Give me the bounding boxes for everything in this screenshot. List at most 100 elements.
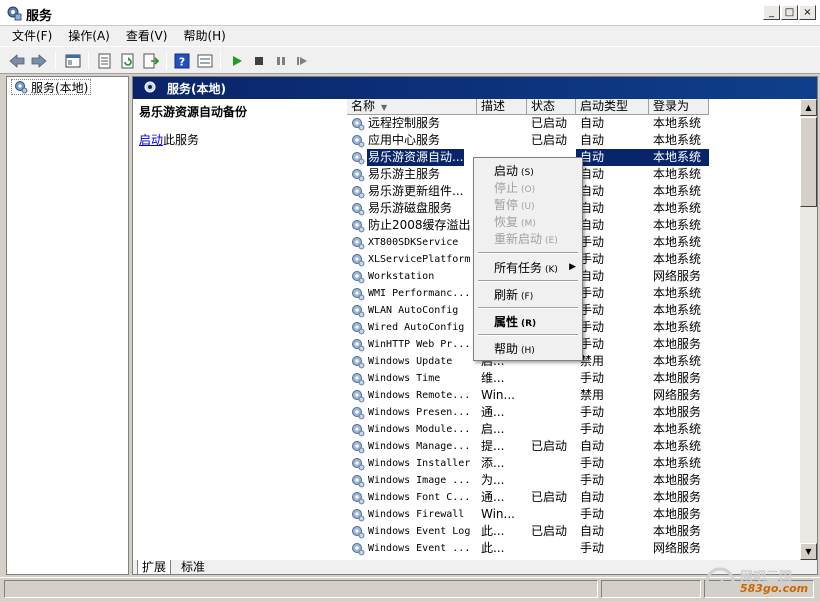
table-row[interactable]: Windows Image ... 为... 手动 本地服务 <box>347 472 802 489</box>
service-startup-type: 手动 <box>580 456 605 470</box>
service-status <box>527 370 576 387</box>
console-tree: 服务(本地) <box>6 76 129 575</box>
column-header-description[interactable]: 描述 <box>477 99 527 115</box>
menu-action[interactable]: 操作(A) <box>62 27 116 45</box>
context-menu-restart[interactable]: 重新启动 (E) <box>494 231 558 247</box>
menu-file[interactable]: 文件(F) <box>6 27 58 45</box>
service-name-cell: WMI Performanc... <box>347 285 477 302</box>
service-name-cell: Windows Event ... <box>347 540 477 557</box>
service-log-on-as: 本地系统 <box>653 252 702 266</box>
svg-text:3: 3 <box>716 576 724 590</box>
refresh-icon[interactable] <box>119 52 137 70</box>
pause-service-icon[interactable] <box>272 52 290 70</box>
context-menu-refresh[interactable]: 刷新 (F) <box>494 287 533 303</box>
tree-item-services-local[interactable]: 服务(本地) <box>11 79 92 95</box>
table-row[interactable]: Windows Presen... 通... 手动 本地服务 <box>347 404 802 421</box>
service-name: 防止2008缓存溢出 <box>368 218 471 232</box>
service-name-cell: Windows Module... <box>347 421 477 438</box>
table-row[interactable]: 远程控制服务 已启动 自动 本地系统 <box>347 115 802 132</box>
show-console-tree-icon[interactable] <box>64 52 82 70</box>
table-row[interactable]: Windows Font C... 通... 已启动 自动 本地服务 <box>347 489 802 506</box>
service-name-cell: Windows Update <box>347 353 477 370</box>
service-startup-type: 手动 <box>580 422 605 436</box>
properties-icon[interactable] <box>96 52 114 70</box>
service-startup-type: 禁用 <box>580 388 605 402</box>
service-name-cell: XLServicePlatform <box>347 251 477 268</box>
table-row[interactable]: Windows Remote... Win... 禁用 网络服务 <box>347 387 802 404</box>
service-name-cell: 易乐游资源自动... <box>347 149 477 166</box>
minimize-button[interactable]: _ <box>763 5 780 20</box>
service-description: 维... <box>481 371 505 385</box>
service-log-on-as: 本地系统 <box>653 184 702 198</box>
service-startup-type: 自动 <box>580 524 605 538</box>
service-status: 已启动 <box>531 524 568 538</box>
table-row[interactable]: Windows Manage... 提... 已启动 自动 本地系统 <box>347 438 802 455</box>
service-name: Windows Image ... <box>368 475 471 486</box>
context-menu-all-tasks[interactable]: 所有任务 (K) <box>494 260 580 276</box>
forward-icon[interactable] <box>30 52 48 70</box>
service-gear-icon <box>352 304 365 317</box>
service-name-cell: XT800SDKService <box>347 234 477 251</box>
context-menu-pause[interactable]: 暂停 (U) <box>494 197 535 213</box>
column-header-status[interactable]: 状态 <box>527 99 576 115</box>
table-row[interactable]: Windows Installer 添... 手动 本地系统 <box>347 455 802 472</box>
view-icon[interactable] <box>196 52 214 70</box>
svg-text:?: ? <box>179 56 185 69</box>
service-name: 易乐游磁盘服务 <box>368 201 453 215</box>
column-header-startup-type[interactable]: 启动类型 <box>576 99 649 115</box>
scroll-down-button[interactable]: ▼ <box>800 543 817 560</box>
table-row[interactable]: Windows Module... 启... 手动 本地系统 <box>347 421 802 438</box>
context-menu-resume[interactable]: 恢复 (M) <box>494 214 536 230</box>
context-menu-start[interactable]: 启动 (S) <box>494 163 534 179</box>
service-name-cell: WLAN AutoConfig <box>347 302 477 319</box>
menu-help[interactable]: 帮助(H) <box>177 27 231 45</box>
service-log-on-as: 本地系统 <box>653 133 702 147</box>
service-log-on-as: 本地系统 <box>653 218 702 232</box>
service-name: Windows Update <box>368 356 453 367</box>
service-log-on-as: 本地服务 <box>653 490 702 504</box>
tab-standard[interactable]: 标准 <box>177 560 209 574</box>
window-title: 服务 <box>26 9 53 24</box>
selected-service-title: 易乐游资源自动备份 <box>139 105 248 119</box>
service-description: 添... <box>481 456 505 470</box>
service-log-on-as: 本地系统 <box>653 354 702 368</box>
service-name-cell: 防止2008缓存溢出 <box>347 217 477 234</box>
column-header-log-on-as[interactable]: 登录为 <box>649 99 709 115</box>
service-status: 已启动 <box>531 133 568 147</box>
service-startup-type: 手动 <box>580 507 605 521</box>
close-button[interactable]: × <box>799 5 816 20</box>
start-service-icon[interactable] <box>228 52 246 70</box>
table-row[interactable]: Windows Firewall Win... 手动 本地服务 <box>347 506 802 523</box>
tab-extended[interactable]: 扩展 <box>137 560 172 574</box>
service-gear-icon <box>352 287 365 300</box>
service-gear-icon <box>352 355 365 368</box>
start-service-link[interactable]: 启动 <box>139 133 163 147</box>
table-row[interactable]: 应用中心服务 已启动 自动 本地系统 <box>347 132 802 149</box>
service-startup-type: 手动 <box>580 371 605 385</box>
help-icon[interactable]: ? <box>173 52 191 70</box>
table-row[interactable]: Windows Time 维... 手动 本地服务 <box>347 370 802 387</box>
service-name: Windows Installer <box>368 458 471 469</box>
context-menu-properties[interactable]: 属性 (R) <box>494 314 536 330</box>
menu-view[interactable]: 查看(V) <box>120 27 174 45</box>
table-row[interactable]: Windows Event Log 此... 已启动 自动 本地服务 <box>347 523 802 540</box>
service-startup-type: 手动 <box>580 303 605 317</box>
export-list-icon[interactable] <box>142 52 160 70</box>
service-log-on-as: 本地服务 <box>653 507 702 521</box>
maximize-button[interactable]: □ <box>781 5 798 20</box>
stop-service-icon[interactable] <box>250 52 268 70</box>
service-log-on-as: 网络服务 <box>653 269 702 283</box>
context-menu-stop[interactable]: 停止 (O) <box>494 180 535 196</box>
service-startup-type: 自动 <box>580 269 605 283</box>
service-description: 为... <box>481 473 505 487</box>
column-header-name[interactable]: 名称 ▼ <box>347 99 477 115</box>
table-row[interactable]: Windows Event ... 此... 手动 网络服务 <box>347 540 802 557</box>
scroll-thumb[interactable] <box>800 117 817 207</box>
title-bar: 服务 _ □ × <box>0 0 820 26</box>
context-menu-help[interactable]: 帮助 (H) <box>494 341 535 357</box>
restart-service-icon[interactable] <box>294 52 312 70</box>
scroll-up-button[interactable]: ▲ <box>800 99 817 116</box>
vertical-scrollbar[interactable]: ▲ ▼ <box>800 99 817 560</box>
back-icon[interactable] <box>8 52 26 70</box>
service-name: Windows Manage... <box>368 441 471 452</box>
